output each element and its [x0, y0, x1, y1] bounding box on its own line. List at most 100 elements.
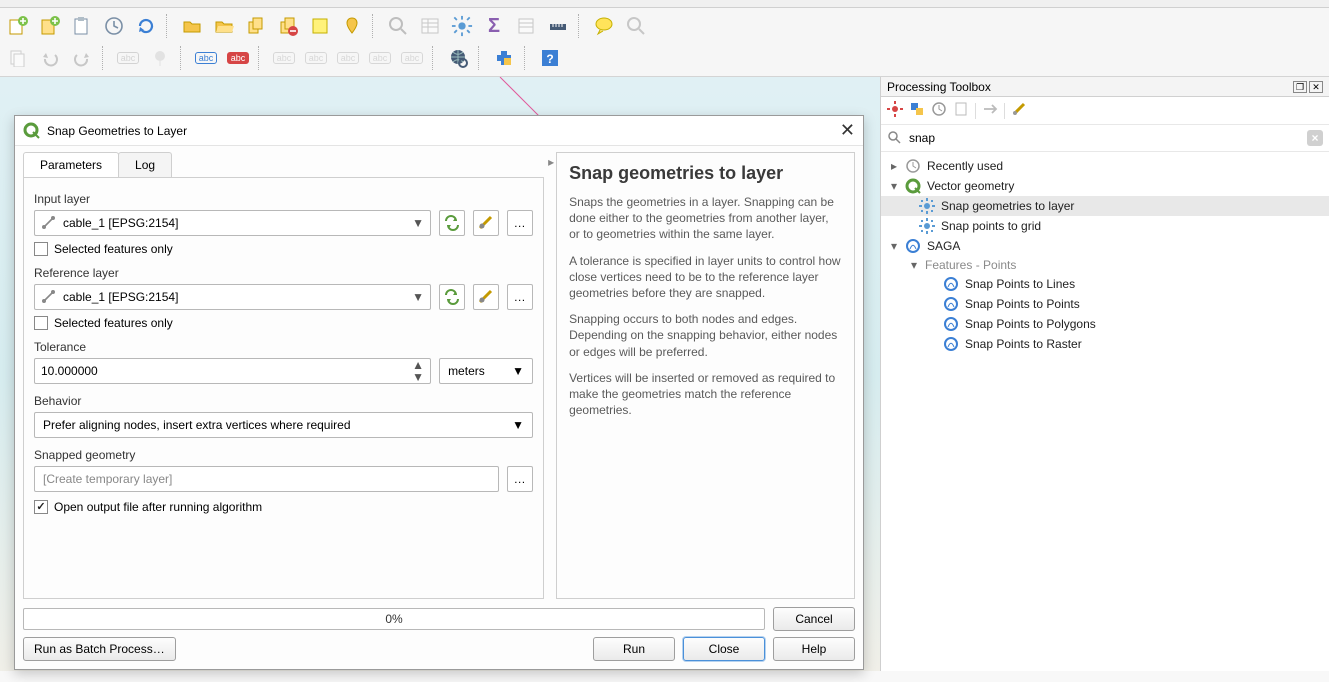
saga-icon: [943, 336, 959, 352]
svg-text:?: ?: [546, 52, 553, 66]
refresh-icon[interactable]: [132, 12, 160, 40]
identify-icon[interactable]: [384, 12, 412, 40]
tolerance-unit-combo[interactable]: meters▼: [439, 358, 533, 384]
dialog-title: Snap Geometries to Layer: [47, 124, 187, 138]
tree-sp-raster[interactable]: Snap Points to Raster: [881, 334, 1329, 354]
tree-sp-lines[interactable]: Snap Points to Lines: [881, 274, 1329, 294]
tips-icon[interactable]: [590, 12, 618, 40]
tree-vector-geometry[interactable]: ▾ Vector geometry: [881, 176, 1329, 196]
python-small-icon[interactable]: [909, 101, 925, 120]
tab-log[interactable]: Log: [118, 152, 172, 177]
folder-open-icon[interactable]: [210, 12, 238, 40]
iterate-icon[interactable]: [439, 284, 465, 310]
saga-icon: [905, 238, 921, 254]
history-icon[interactable]: [931, 101, 947, 120]
help-icon[interactable]: ?: [536, 44, 564, 72]
browse-icon[interactable]: …: [507, 210, 533, 236]
label-g5-icon[interactable]: abc: [398, 44, 426, 72]
label-g2-icon[interactable]: abc: [302, 44, 330, 72]
help-title: Snap geometries to layer: [569, 163, 842, 184]
results-icon[interactable]: [953, 101, 969, 120]
progress-bar: 0%: [23, 608, 765, 630]
close-button[interactable]: Close: [683, 637, 765, 661]
stats-icon[interactable]: [512, 12, 540, 40]
tab-parameters[interactable]: Parameters: [23, 152, 119, 177]
help-panel: ▸ Snap geometries to layer Snaps the geo…: [556, 152, 855, 599]
toolbox-gear-icon[interactable]: [448, 12, 476, 40]
label-g4-icon[interactable]: abc: [366, 44, 394, 72]
panel-undock-icon[interactable]: ❐: [1293, 81, 1307, 93]
advanced-icon[interactable]: [473, 210, 499, 236]
folder-icon[interactable]: [178, 12, 206, 40]
advanced-icon[interactable]: [473, 284, 499, 310]
remove-style-icon[interactable]: [274, 12, 302, 40]
behavior-combo[interactable]: Prefer aligning nodes, insert extra vert…: [34, 412, 533, 438]
tree-features-points[interactable]: ▾ Features - Points: [881, 256, 1329, 274]
saga-icon: [943, 316, 959, 332]
tree-sp-points[interactable]: Snap Points to Points: [881, 294, 1329, 314]
label-icon[interactable]: abc: [114, 44, 142, 72]
close-icon[interactable]: ✕: [840, 120, 855, 141]
label-red-icon[interactable]: abc: [224, 44, 252, 72]
snap-geometries-dialog: Snap Geometries to Layer ✕ Parameters Lo…: [14, 115, 864, 670]
label-g1-icon[interactable]: abc: [270, 44, 298, 72]
label-g3-icon[interactable]: abc: [334, 44, 362, 72]
globe-icon[interactable]: [444, 44, 472, 72]
ref-selected-only-checkbox[interactable]: Selected features only: [34, 316, 533, 330]
edit-in-place-icon[interactable]: [982, 101, 998, 120]
sigma-icon[interactable]: Σ: [480, 12, 508, 40]
copy-style-icon[interactable]: [242, 12, 270, 40]
menu-bar-fragment: [0, 0, 1329, 8]
pin-icon[interactable]: [338, 12, 366, 40]
clipboard-icon[interactable]: [68, 12, 96, 40]
dialog-titlebar: Snap Geometries to Layer ✕: [15, 116, 863, 146]
reference-layer-combo[interactable]: cable_1 [EPSG:2154] ▼: [34, 284, 431, 310]
gear-red-icon[interactable]: [887, 101, 903, 120]
input-layer-combo[interactable]: cable_1 [EPSG:2154] ▼: [34, 210, 431, 236]
output-input[interactable]: [Create temporary layer]: [34, 466, 499, 492]
redo-icon[interactable]: [68, 44, 96, 72]
python-icon[interactable]: [490, 44, 518, 72]
search-input[interactable]: [907, 129, 1301, 147]
tree-snap-to-layer[interactable]: Snap geometries to layer: [881, 196, 1329, 216]
zoom-last-icon[interactable]: [622, 12, 650, 40]
label-blue-icon[interactable]: abc: [192, 44, 220, 72]
open-output-checkbox[interactable]: Open output file after running algorithm: [34, 500, 533, 514]
tree-sp-polygons[interactable]: Snap Points to Polygons: [881, 314, 1329, 334]
browse-icon[interactable]: …: [507, 284, 533, 310]
processing-toolbox-panel: Processing Toolbox ❐ ✕ × ▸ Recen: [880, 77, 1329, 671]
collapse-grip-icon[interactable]: ▸: [548, 155, 554, 169]
label-input-layer: Input layer: [34, 192, 533, 206]
clear-search-icon[interactable]: ×: [1307, 130, 1323, 146]
undo-icon[interactable]: [36, 44, 64, 72]
gear-icon: [919, 218, 935, 234]
tree-saga[interactable]: ▾ SAGA: [881, 236, 1329, 256]
measure-icon[interactable]: [544, 12, 572, 40]
copy-icon[interactable]: [4, 44, 32, 72]
algorithm-tree: ▸ Recently used ▾ Vector geometry Snap g…: [881, 152, 1329, 358]
search-icon: [887, 130, 901, 147]
saga-icon: [943, 276, 959, 292]
toolbar-row-1: Σ: [4, 10, 1325, 42]
help-button[interactable]: Help: [773, 637, 855, 661]
options-icon[interactable]: [1011, 101, 1027, 120]
note-icon[interactable]: [306, 12, 334, 40]
run-button[interactable]: Run: [593, 637, 675, 661]
panel-close-icon[interactable]: ✕: [1309, 81, 1323, 93]
label-pin-icon[interactable]: [146, 44, 174, 72]
tree-snap-to-grid[interactable]: Snap points to grid: [881, 216, 1329, 236]
attributes-icon[interactable]: [416, 12, 444, 40]
run-batch-button[interactable]: Run as Batch Process…: [23, 637, 176, 661]
cancel-button[interactable]: Cancel: [773, 607, 855, 631]
tree-recently-used[interactable]: ▸ Recently used: [881, 156, 1329, 176]
new-layer-icon[interactable]: [4, 12, 32, 40]
output-browse-icon[interactable]: …: [507, 466, 533, 492]
new-geopackage-icon[interactable]: [36, 12, 64, 40]
input-selected-only-checkbox[interactable]: Selected features only: [34, 242, 533, 256]
tolerance-input[interactable]: 10.000000 ▲▼: [34, 358, 431, 384]
gear-icon: [919, 198, 935, 214]
iterate-icon[interactable]: [439, 210, 465, 236]
label-behavior: Behavior: [34, 394, 533, 408]
line-layer-icon: [41, 289, 57, 305]
temporal-icon[interactable]: [100, 12, 128, 40]
